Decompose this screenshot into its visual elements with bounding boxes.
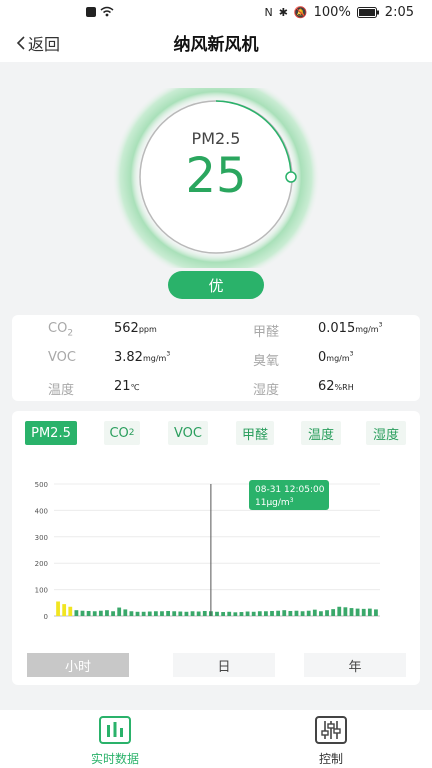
tab-metric[interactable]: PM2.5 [25, 421, 77, 445]
metric-value: 62%RH [318, 379, 354, 394]
range-button[interactable]: 小时 [27, 653, 129, 677]
tab-metric[interactable]: CO 2 [104, 421, 140, 445]
sliders-icon [315, 716, 347, 744]
bottom-nav: 实时数据 控制 [0, 710, 432, 768]
range-button[interactable]: 年 [304, 653, 406, 677]
alert-icon [86, 6, 96, 17]
metric-value: 0mg/m3 [318, 350, 354, 365]
metric-label: VOC [48, 350, 76, 365]
tab-metric[interactable]: 温度 [301, 421, 341, 445]
tab-metric[interactable]: 甲醛 [236, 421, 274, 445]
nav-realtime-label: 实时数据 [90, 752, 139, 766]
metric-label: 甲醛 [253, 325, 280, 340]
wifi-icon [100, 6, 114, 17]
bluetooth-icon: ✱ [278, 6, 288, 19]
gauge-value: 25 [185, 148, 247, 204]
mute-icon: 🔕 [293, 6, 308, 19]
nfc-icon: N [264, 6, 273, 19]
battery-icon [356, 7, 379, 18]
app-header: 返回 纳风新风机 [0, 24, 432, 62]
battery-percent: 100% [313, 5, 351, 20]
chart-card [12, 411, 420, 685]
realtime-chart-icon [99, 716, 131, 744]
nav-control-label: 控制 [318, 752, 343, 766]
status-bar: N ✱ 🔕 100% 2:05 [0, 0, 432, 24]
clock: 2:05 [384, 5, 414, 20]
metric-label: 臭氧 [253, 354, 280, 369]
metric-value: 21℃ [114, 379, 140, 394]
gauge-label: PM2.5 [191, 129, 241, 148]
nav-control[interactable]: 控制 [286, 716, 376, 767]
range-button[interactable]: 日 [173, 653, 275, 677]
nav-realtime-data[interactable]: 实时数据 [70, 716, 160, 767]
metric-label: CO2 [48, 321, 74, 339]
metric-label: 湿度 [253, 383, 280, 398]
metric-label: 温度 [48, 383, 75, 398]
tab-metric[interactable]: VOC [168, 421, 208, 445]
metric-value: 3.82mg/m3 [114, 350, 171, 365]
air-quality-badge: 优 [168, 271, 264, 299]
page-title: 纳风新风机 [173, 35, 259, 55]
metric-value: 0.015mg/m3 [318, 321, 383, 336]
metric-value: 562ppm [114, 321, 157, 336]
tab-metric[interactable]: 湿度 [366, 421, 406, 445]
